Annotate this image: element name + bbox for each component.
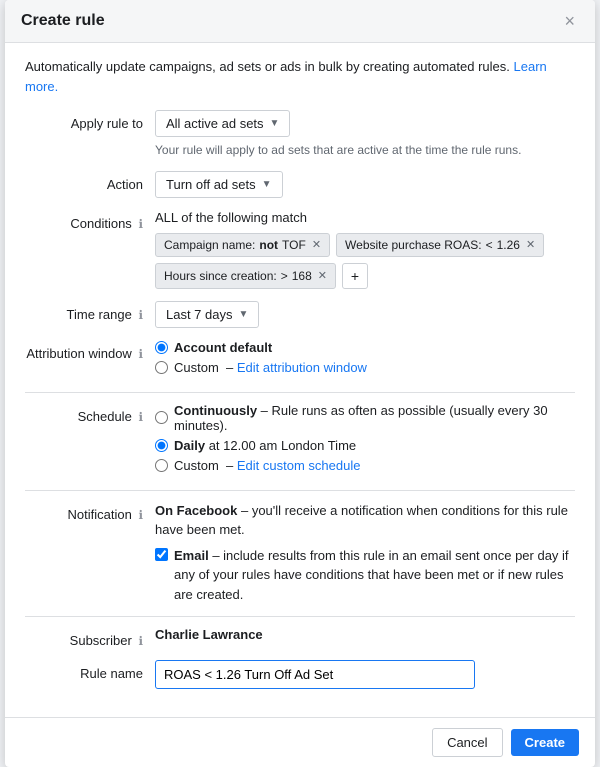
apply-rule-row: Apply rule to All active ad sets ▼ Your … <box>25 110 575 159</box>
notification-content: On Facebook – you'll receive a notificat… <box>155 501 575 605</box>
email-notification-label: Email – include results from this rule i… <box>174 546 575 605</box>
apply-rule-dropdown[interactable]: All active ad sets ▼ <box>155 110 290 137</box>
rule-name-content <box>155 660 575 689</box>
action-label: Action <box>25 171 155 192</box>
schedule-row: Schedule ℹ Continuously – Rule runs as o… <box>25 403 575 478</box>
modal-footer: Cancel Create <box>5 717 595 767</box>
attribution-label-default[interactable]: Account default <box>174 340 272 355</box>
attribution-option-account-default: Account default <box>155 340 575 355</box>
chevron-down-icon: ▼ <box>270 118 280 129</box>
attribution-radio-custom[interactable] <box>155 361 168 374</box>
condition-tags: Campaign name: not TOF ✕ Website purchas… <box>155 233 575 289</box>
apply-rule-content: All active ad sets ▼ Your rule will appl… <box>155 110 575 159</box>
cancel-button[interactable]: Cancel <box>432 728 502 757</box>
conditions-row: Conditions ℹ ALL of the following match … <box>25 210 575 289</box>
modal-header: Create rule × <box>5 0 595 43</box>
tag-operator: > <box>281 269 288 283</box>
conditions-content: ALL of the following match Campaign name… <box>155 210 575 289</box>
time-range-content: Last 7 days ▼ <box>155 301 575 328</box>
edit-schedule-link[interactable]: Edit custom schedule <box>237 458 361 473</box>
subscriber-info-icon[interactable]: ℹ <box>138 634 143 648</box>
create-button[interactable]: Create <box>511 729 579 756</box>
notification-row: Notification ℹ On Facebook – you'll rece… <box>25 501 575 605</box>
action-dropdown[interactable]: Turn off ad sets ▼ <box>155 171 283 198</box>
subscriber-row: Subscriber ℹ Charlie Lawrance <box>25 627 575 648</box>
attribution-label-custom[interactable]: Custom – Edit attribution window <box>174 360 367 375</box>
conditions-label: Conditions ℹ <box>25 210 155 231</box>
time-range-dropdown[interactable]: Last 7 days ▼ <box>155 301 259 328</box>
subscriber-label: Subscriber ℹ <box>25 627 155 648</box>
rule-name-label: Rule name <box>25 660 155 681</box>
tag-value: 1.26 <box>497 238 520 252</box>
rule-name-input[interactable] <box>155 660 475 689</box>
create-rule-modal: Create rule × Automatically update campa… <box>5 0 595 767</box>
condition-tag-3: Hours since creation: > 168 ✕ <box>155 263 336 289</box>
schedule-radio-custom[interactable] <box>155 459 168 472</box>
time-range-row: Time range ℹ Last 7 days ▼ <box>25 301 575 328</box>
conditions-match-text: ALL of the following match <box>155 210 575 225</box>
tag-value: TOF <box>282 238 306 252</box>
apply-rule-label: Apply rule to <box>25 110 155 131</box>
attribution-row: Attribution window ℹ Account default Cus… <box>25 340 575 380</box>
rule-name-row: Rule name <box>25 660 575 689</box>
add-condition-button[interactable]: + <box>342 263 368 289</box>
tag-field: Hours since creation: <box>164 269 277 283</box>
attribution-radio-default[interactable] <box>155 341 168 354</box>
tag-field: Campaign name: <box>164 238 255 252</box>
schedule-content: Continuously – Rule runs as often as pos… <box>155 403 575 478</box>
action-row: Action Turn off ad sets ▼ <box>25 171 575 198</box>
tag-operator: < <box>486 238 493 252</box>
condition-tag-2: Website purchase ROAS: < 1.26 ✕ <box>336 233 544 257</box>
modal-body: Automatically update campaigns, ad sets … <box>5 43 595 717</box>
notification-text: On Facebook – you'll receive a notificat… <box>155 501 575 540</box>
intro-text: Automatically update campaigns, ad sets … <box>25 57 575 96</box>
condition-tag-1: Campaign name: not TOF ✕ <box>155 233 330 257</box>
action-content: Turn off ad sets ▼ <box>155 171 575 198</box>
notification-info-icon[interactable]: ℹ <box>138 508 143 522</box>
tag-operator: not <box>259 238 278 252</box>
schedule-info-icon[interactable]: ℹ <box>138 410 143 424</box>
attribution-label: Attribution window ℹ <box>25 340 155 361</box>
divider-2 <box>25 490 575 491</box>
divider-3 <box>25 616 575 617</box>
attribution-content: Account default Custom – Edit attributio… <box>155 340 575 380</box>
time-range-label: Time range ℹ <box>25 301 155 322</box>
attribution-info-icon[interactable]: ℹ <box>138 347 143 361</box>
time-range-info-icon[interactable]: ℹ <box>138 308 143 322</box>
tag-field: Website purchase ROAS: <box>345 238 482 252</box>
schedule-custom: Custom – Edit custom schedule <box>155 458 575 473</box>
schedule-label: Schedule ℹ <box>25 403 155 424</box>
close-button[interactable]: × <box>560 12 579 30</box>
email-checkbox[interactable] <box>155 548 168 561</box>
modal-title: Create rule <box>21 12 105 30</box>
chevron-down-icon: ▼ <box>262 179 272 190</box>
tag-value: 168 <box>292 269 312 283</box>
chevron-down-icon: ▼ <box>239 309 249 320</box>
divider <box>25 392 575 393</box>
conditions-info-icon[interactable]: ℹ <box>138 217 143 231</box>
schedule-radio-continuous[interactable] <box>155 411 168 424</box>
schedule-radio-daily[interactable] <box>155 439 168 452</box>
email-notification-row: Email – include results from this rule i… <box>155 546 575 605</box>
notification-label: Notification ℹ <box>25 501 155 522</box>
attribution-option-custom: Custom – Edit attribution window <box>155 360 575 375</box>
apply-rule-helper: Your rule will apply to ad sets that are… <box>155 142 575 159</box>
tag-remove-icon[interactable]: ✕ <box>318 269 327 282</box>
tag-remove-icon[interactable]: ✕ <box>312 238 321 251</box>
schedule-continuously: Continuously – Rule runs as often as pos… <box>155 403 575 433</box>
edit-attribution-link[interactable]: Edit attribution window <box>237 360 367 375</box>
schedule-daily: Daily at 12.00 am London Time <box>155 438 575 453</box>
tag-remove-icon[interactable]: ✕ <box>526 238 535 251</box>
